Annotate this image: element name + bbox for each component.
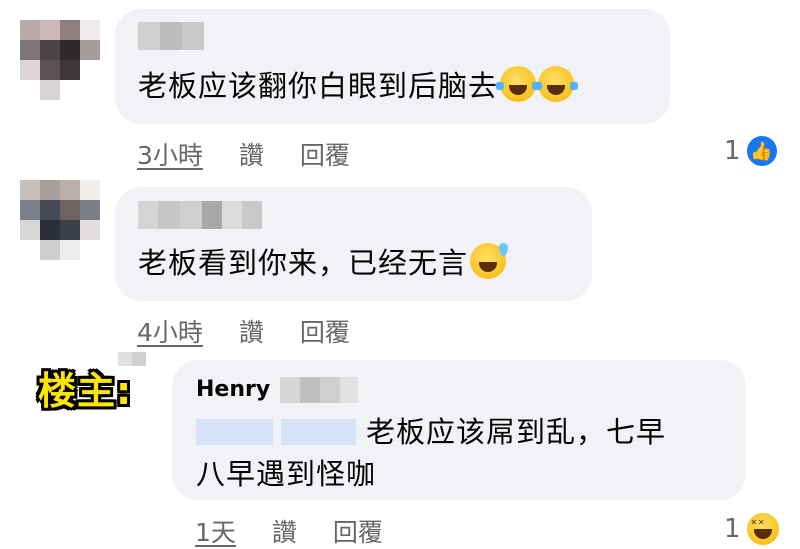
comment-actions: 3小時 讚 回覆 (137, 136, 350, 172)
like-button[interactable]: 讚 (239, 313, 264, 349)
reply-button[interactable]: 回覆 (300, 136, 350, 172)
reply-button[interactable]: 回覆 (333, 513, 383, 549)
comment-text-content: 老板看到你来，已经无言 (138, 246, 469, 280)
reaction-count: 1 (724, 514, 741, 544)
thumbs-up-icon: 👍 (744, 134, 779, 168)
avatar[interactable] (20, 180, 100, 260)
owner-label: 楼主: (38, 369, 133, 413)
timestamp-link[interactable]: 3小時 (137, 136, 203, 172)
comment-text-content: 老板应该翻你白眼到后脑去 (138, 69, 499, 103)
reply-text-line2: 八早遇到怪咖 (196, 457, 377, 491)
reply-button[interactable]: 回覆 (300, 313, 350, 349)
haha-reaction-icon (744, 511, 781, 547)
author-name-blurred[interactable] (138, 201, 262, 229)
comment-actions: 4小時 讚 回覆 (137, 313, 350, 349)
comment-text: 老板看到你来，已经无言 (138, 243, 509, 283)
timestamp-link[interactable]: 1天 (195, 513, 236, 549)
comment-text: 老板应该翻你白眼到后脑去 (138, 66, 579, 106)
reply-text: 八早遇到怪咖 (196, 454, 376, 494)
like-button[interactable]: 讚 (239, 136, 264, 172)
reaction-summary[interactable]: 1 (724, 511, 781, 547)
timestamp-link[interactable]: 4小時 (137, 313, 203, 349)
grinning-sweat-emoji-icon (470, 243, 509, 279)
reply-actions: 1天 讚 回覆 (195, 513, 383, 549)
reaction-summary[interactable]: 1 👍 (724, 134, 779, 168)
reply-text: 老板应该屌到乱，七早 (196, 412, 666, 452)
author-surname-blurred (280, 377, 358, 403)
reply-text-line1: 老板应该屌到乱，七早 (366, 415, 667, 449)
laughing-tears-emoji-icon (534, 66, 579, 102)
reply-author-name[interactable]: Henry (196, 377, 270, 402)
reaction-count: 1 (724, 136, 741, 166)
author-name-blurred[interactable] (138, 22, 204, 50)
mention-blurred[interactable] (196, 419, 356, 445)
like-button[interactable]: 讚 (272, 513, 297, 549)
avatar[interactable] (20, 20, 100, 100)
laughing-tears-emoji-icon (496, 66, 541, 102)
